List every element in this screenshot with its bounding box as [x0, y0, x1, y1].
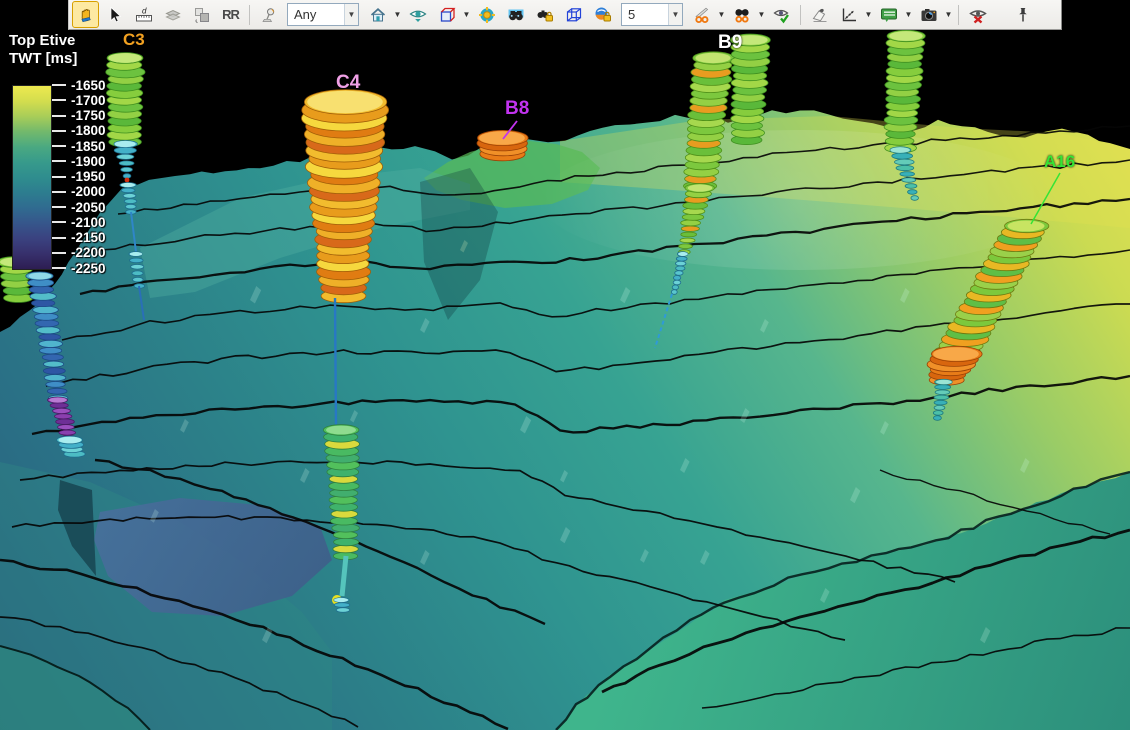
- well-label-a16[interactable]: A16: [1044, 152, 1075, 172]
- colorbar-tick: -1750: [52, 109, 106, 123]
- layers-icon: [164, 6, 182, 24]
- well-filter-glasses-icon: [693, 6, 711, 24]
- colorbar-tick: -2150: [52, 231, 106, 245]
- visibility-eye-button[interactable]: [404, 1, 431, 28]
- hide-eye-button[interactable]: [964, 1, 991, 28]
- legend-title: Top Etive: [9, 32, 75, 49]
- bounding-box-dropdown[interactable]: ▼: [462, 2, 471, 27]
- binoculars-view-button[interactable]: [502, 1, 529, 28]
- well-label-b8[interactable]: B8: [505, 98, 529, 120]
- toolbar-separator: [958, 5, 959, 25]
- main-toolbar: d RR: [68, 0, 1062, 30]
- colorbar-tick: -1950: [52, 170, 106, 184]
- select-arrow-button[interactable]: [101, 1, 128, 28]
- binoculars-view-icon: [507, 6, 525, 24]
- globe-locked-icon: [594, 6, 612, 24]
- well-label-c4[interactable]: C4: [336, 72, 360, 94]
- camera-snapshot-dropdown[interactable]: ▼: [944, 2, 953, 27]
- select-arrow-icon: [106, 6, 124, 24]
- axes-plot-dropdown[interactable]: ▼: [864, 2, 873, 27]
- home-view-button[interactable]: [364, 1, 391, 28]
- any-filter-caret-icon[interactable]: ▼: [344, 4, 358, 25]
- layers-button[interactable]: [159, 1, 186, 28]
- pan-hand-icon: [77, 6, 95, 24]
- home-view-dropdown[interactable]: ▼: [393, 2, 402, 27]
- count-caret-icon[interactable]: ▼: [668, 4, 682, 25]
- measure-distance-icon: d: [135, 6, 153, 24]
- comment-annotation-button[interactable]: [875, 1, 902, 28]
- lamp-light-button[interactable]: [255, 1, 282, 28]
- seismic-surface: [0, 110, 1130, 730]
- count-value: 5: [622, 7, 668, 22]
- bounding-box-cube-icon: [438, 6, 456, 24]
- any-filter-value: Any: [288, 7, 344, 22]
- binoculars-locked-icon: [536, 6, 554, 24]
- legend-unit-label: TWT [ms]: [9, 50, 77, 67]
- pin-icon: [1014, 6, 1032, 24]
- center-target-button[interactable]: [473, 1, 500, 28]
- well-label-c3[interactable]: C3: [123, 30, 145, 50]
- ink-eraser-icon: [811, 6, 829, 24]
- axes-plot-button[interactable]: [835, 1, 862, 28]
- pan-hand-button[interactable]: [72, 1, 99, 28]
- well-label-b9[interactable]: B9: [718, 32, 742, 54]
- well-b8[interactable]: [477, 130, 528, 160]
- rr-annotation-label: RR: [222, 7, 239, 22]
- home-view-icon: [369, 6, 387, 24]
- application-window: C3 C4 B8 B9 A16 Top Etive TWT [ms] -1650…: [0, 0, 1130, 730]
- eye-approve-icon: [773, 6, 791, 24]
- camera-snapshot-icon: [920, 6, 938, 24]
- binoculars-search-button[interactable]: [728, 1, 755, 28]
- toolbar-separator: [800, 5, 801, 25]
- 3d-viewport[interactable]: [0, 0, 1130, 730]
- colorbar-tick: -1700: [52, 93, 106, 107]
- colorbar-tick: -1800: [52, 124, 106, 138]
- colorbar: [12, 85, 52, 270]
- transform-objects-icon: [193, 6, 211, 24]
- axes-plot-icon: [840, 6, 858, 24]
- comment-annotation-icon: [880, 6, 898, 24]
- lamp-light-icon: [260, 6, 278, 24]
- comment-annotation-dropdown[interactable]: ▼: [904, 2, 913, 27]
- transform-objects-button[interactable]: [188, 1, 215, 28]
- colorbar-tick: -2100: [52, 215, 106, 229]
- well-filter-glasses-button[interactable]: [688, 1, 715, 28]
- colorbar-tick: -2250: [52, 261, 106, 275]
- any-filter-select[interactable]: Any ▼: [287, 3, 359, 26]
- ink-eraser-button[interactable]: [806, 1, 833, 28]
- visibility-eye-icon: [409, 6, 427, 24]
- toolbar-separator: [249, 5, 250, 25]
- pin-button[interactable]: [1009, 1, 1036, 28]
- well-filter-dropdown[interactable]: ▼: [717, 2, 726, 27]
- binoculars-search-dropdown[interactable]: ▼: [757, 2, 766, 27]
- globe-locked-button[interactable]: [589, 1, 616, 28]
- bounding-box-cube-button[interactable]: [433, 1, 460, 28]
- wireframe-cube-button[interactable]: [560, 1, 587, 28]
- colorbar-tick: -1850: [52, 139, 106, 153]
- count-select[interactable]: 5 ▼: [621, 3, 683, 26]
- wireframe-cube-icon: [565, 6, 583, 24]
- hide-eye-icon: [969, 6, 987, 24]
- rr-annotation-button[interactable]: RR: [217, 1, 244, 28]
- colorbar-tick: -2000: [52, 185, 106, 199]
- colorbar-tick: -1650: [52, 78, 106, 92]
- svg-text:d: d: [142, 6, 147, 15]
- eye-approve-button[interactable]: [768, 1, 795, 28]
- colorbar-tick: -2200: [52, 246, 106, 260]
- binoculars-search-icon: [733, 6, 751, 24]
- camera-snapshot-button[interactable]: [915, 1, 942, 28]
- colorbar-tick: -1900: [52, 154, 106, 168]
- colorbar-tick: -2050: [52, 200, 106, 214]
- center-target-icon: [478, 6, 496, 24]
- binoculars-locked-button[interactable]: [531, 1, 558, 28]
- measure-distance-button[interactable]: d: [130, 1, 157, 28]
